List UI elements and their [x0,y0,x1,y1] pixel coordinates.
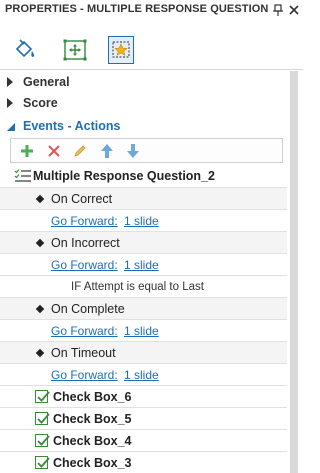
property-tabs [0,32,303,68]
scrollbar-thumb[interactable] [290,71,298,473]
pin-icon[interactable] [271,2,285,18]
chevron-down-icon [6,121,16,135]
panel-title-bar: PROPERTIES - MULTIPLE RESPONSE QUESTION [0,0,303,21]
checkbox-icon [35,412,50,425]
condition-text: IF Attempt is equal to Last [71,281,204,293]
delete-icon[interactable] [46,143,62,159]
action-row[interactable]: Go Forward: 1 slide [0,253,287,275]
action-target-link[interactable]: 1 slide [124,324,159,338]
event-bullet-icon [35,348,45,358]
event-row-on-incorrect[interactable]: On Incorrect [0,231,287,253]
event-label: On Incorrect [51,236,120,250]
action-target-link[interactable]: 1 slide [124,368,159,382]
action-row[interactable]: Go Forward: 1 slide [0,209,287,231]
section-general-label: General [23,75,70,89]
checkbox-row[interactable]: Check Box_4 [0,429,287,451]
action-link[interactable]: Go Forward: [51,324,118,338]
checkbox-label: Check Box_5 [53,412,132,426]
panel-title: PROPERTIES - MULTIPLE RESPONSE QUESTION [5,3,269,15]
action-row[interactable]: Go Forward: 1 slide [0,319,287,341]
event-row-on-correct[interactable]: On Correct [0,187,287,209]
scrollbar[interactable] [287,71,301,473]
event-row-on-timeout[interactable]: On Timeout [0,341,287,363]
checkbox-label: Check Box_3 [53,456,132,470]
event-label: On Timeout [51,346,116,360]
section-score-label: Score [23,96,58,110]
event-row-on-complete[interactable]: On Complete [0,297,287,319]
transform-icon[interactable] [62,36,88,64]
question-list-icon [14,168,32,187]
checkbox-label: Check Box_4 [53,434,132,448]
fill-icon[interactable] [12,36,38,64]
chevron-right-icon [6,76,14,91]
event-bullet-icon [35,304,45,314]
edit-icon[interactable] [72,143,88,159]
event-bullet-icon [35,238,45,248]
checkbox-label: Check Box_6 [53,390,132,404]
action-link[interactable]: Go Forward: [51,214,118,228]
toolstrip-divider [0,69,303,70]
event-bullet-icon [35,194,45,204]
checkbox-row[interactable]: Check Box_3 [0,451,287,473]
action-link[interactable]: Go Forward: [51,258,118,272]
checkbox-row[interactable]: Check Box_5 [0,407,287,429]
checkbox-icon [35,456,50,469]
actions-icon[interactable] [108,36,134,64]
section-general[interactable]: General [0,72,287,92]
tree-root-label: Multiple Response Question_2 [33,169,215,183]
checkbox-icon [35,390,50,403]
move-down-icon[interactable] [125,143,141,159]
chevron-right-icon [6,97,14,112]
close-icon[interactable] [287,2,301,18]
checkbox-row[interactable]: Check Box_6 [0,385,287,407]
section-events-label: Events - Actions [23,119,121,133]
action-target-link[interactable]: 1 slide [124,258,159,272]
action-toolbar [10,138,283,163]
move-up-icon[interactable] [99,143,115,159]
event-label: On Complete [51,302,125,316]
checkbox-icon [35,434,50,447]
action-target-link[interactable]: 1 slide [124,214,159,228]
section-score[interactable]: Score [0,93,287,113]
section-events-actions[interactable]: Events - Actions [0,116,287,136]
event-label: On Correct [51,192,113,206]
properties-panel: PROPERTIES - MULTIPLE RESPONSE QUESTION [0,0,303,473]
tree-root-row[interactable]: Multiple Response Question_2 [0,165,287,187]
add-icon[interactable] [19,143,35,159]
condition-row[interactable]: IF Attempt is equal to Last [0,275,287,297]
action-row[interactable]: Go Forward: 1 slide [0,363,287,385]
action-link[interactable]: Go Forward: [51,368,118,382]
